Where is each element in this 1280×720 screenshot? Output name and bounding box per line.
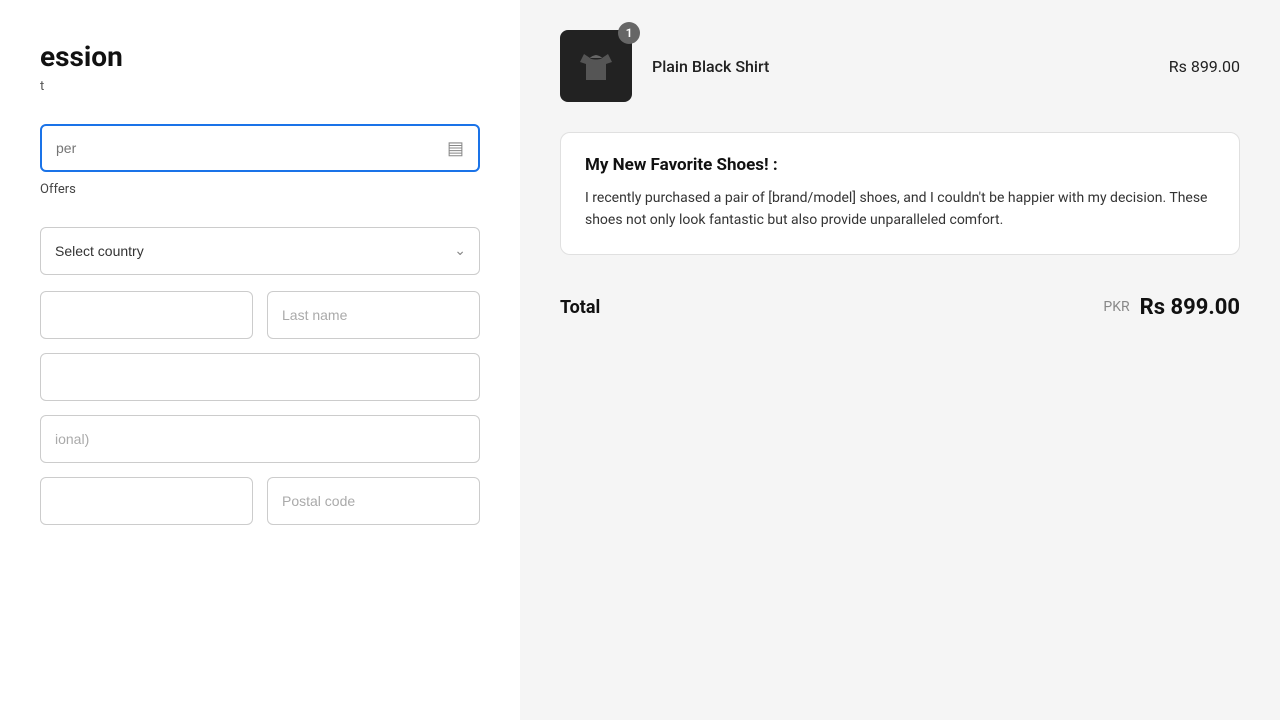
right-panel: 1 Plain Black Shirt Rs 899.00 My New Fav… (520, 0, 1280, 720)
first-name-input[interactable] (40, 291, 253, 339)
page-subtitle: t (40, 79, 480, 94)
address-group (40, 353, 480, 401)
total-right: PKR Rs 899.00 (1103, 295, 1240, 320)
coupon-apply-button[interactable]: ▤ (433, 138, 478, 159)
address-input[interactable] (40, 353, 480, 401)
cart-item-image-wrapper: 1 (560, 30, 632, 102)
total-amount: Rs 899.00 (1140, 295, 1240, 320)
cart-item: 1 Plain Black Shirt Rs 899.00 (560, 30, 1240, 102)
review-body: I recently purchased a pair of [brand/mo… (585, 187, 1215, 232)
review-card: My New Favorite Shoes! : I recently purc… (560, 132, 1240, 255)
page-title: ession (40, 40, 480, 73)
coupon-section: ▤ Offers (40, 124, 480, 197)
review-title: My New Favorite Shoes! : (585, 155, 1215, 175)
offers-link[interactable]: Offers (40, 182, 480, 197)
name-row (40, 291, 480, 339)
coupon-input-wrapper: ▤ (40, 124, 480, 172)
currency-label: PKR (1103, 299, 1129, 315)
country-select-wrapper: Select country Pakistan India USA UK ⌄ (40, 227, 480, 275)
total-row: Total PKR Rs 899.00 (560, 285, 1240, 320)
left-panel: ession t ▤ Offers Select country Pakista… (0, 0, 520, 720)
address2-input[interactable] (40, 415, 480, 463)
shirt-icon (574, 44, 618, 88)
city-postal-row (40, 477, 480, 525)
address-section: Select country Pakistan India USA UK ⌄ (40, 227, 480, 525)
coupon-icon: ▤ (447, 138, 464, 158)
cart-item-name: Plain Black Shirt (652, 57, 1169, 76)
address2-group (40, 415, 480, 463)
postal-input[interactable] (267, 477, 480, 525)
total-label: Total (560, 297, 600, 318)
country-select[interactable]: Select country Pakistan India USA UK (40, 227, 480, 275)
coupon-input[interactable] (42, 140, 433, 156)
last-name-input[interactable] (267, 291, 480, 339)
city-input[interactable] (40, 477, 253, 525)
cart-item-price: Rs 899.00 (1169, 57, 1240, 76)
cart-item-badge: 1 (618, 22, 640, 44)
